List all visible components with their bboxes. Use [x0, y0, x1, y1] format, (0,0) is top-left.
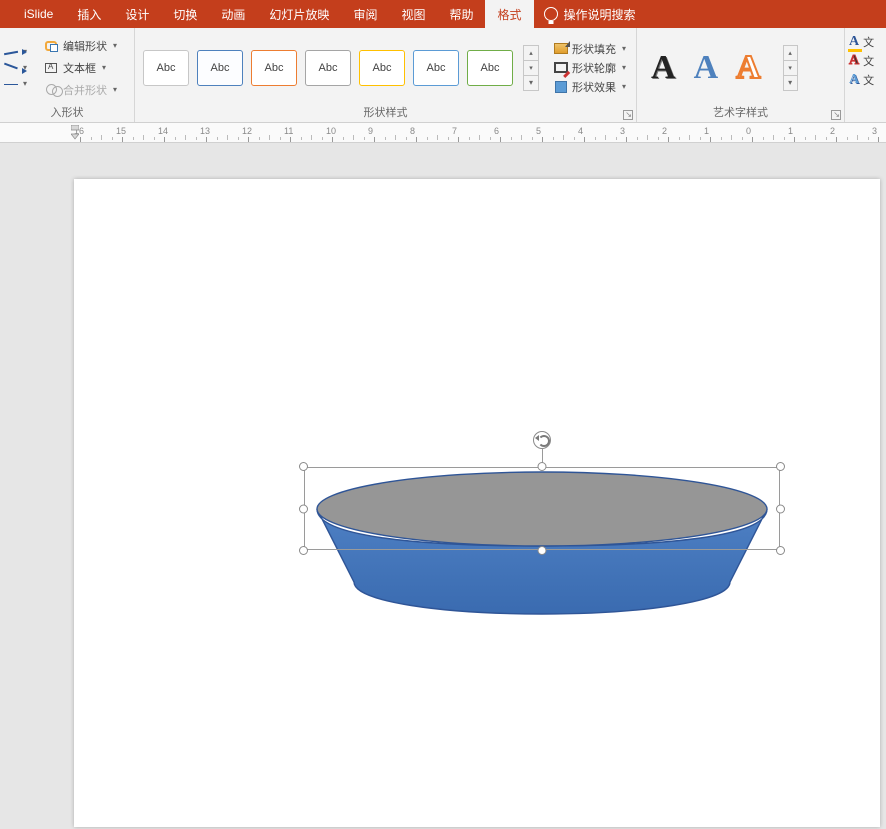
workspace	[0, 143, 886, 829]
group-label-wordart: 艺术字样式	[641, 104, 840, 120]
rotate-connector	[542, 449, 543, 463]
shape-fill-label: 形状填充	[572, 41, 616, 57]
group-label-insert-shapes: 入形状	[4, 104, 130, 120]
text-effects-icon: A	[849, 72, 859, 88]
wordart-gallery: A A A ▴ ▾ ▾	[641, 41, 798, 95]
shape-outline-button[interactable]: 形状轮廓 ▾	[551, 59, 629, 77]
style-card-3[interactable]: Abc	[251, 50, 297, 86]
tab-design[interactable]: 设计	[113, 0, 161, 28]
shape-lines: ▾ ▾ ▾	[4, 46, 36, 90]
text-outline-label: 文	[863, 53, 874, 69]
group-insert-shapes: ▾ ▾ ▾ 编辑形状 ▾ 文本框 ▾ 合并形状 ▾	[0, 28, 135, 122]
shape-fx-column: 形状填充 ▾ 形状轮廓 ▾ 形状效果 ▾	[551, 40, 629, 96]
chevron-down-icon: ▾	[622, 44, 626, 53]
shape-style-gallery: Abc Abc Abc Abc Abc Abc Abc ▴ ▾ ▾	[139, 41, 539, 95]
selection-frame	[304, 467, 780, 550]
wordart-style-3[interactable]: A	[736, 49, 761, 87]
style-card-1[interactable]: Abc	[143, 50, 189, 86]
tab-insert[interactable]: 插入	[65, 0, 113, 28]
text-box-label: 文本框	[63, 60, 96, 76]
chevron-down-icon: ▾	[622, 82, 626, 91]
chevron-down-icon: ▾	[102, 63, 106, 72]
gallery-scroll-down[interactable]: ▾	[524, 61, 538, 76]
rotate-handle[interactable]	[533, 431, 551, 449]
tell-me-search[interactable]: 操作说明搜索	[534, 0, 646, 28]
tab-format[interactable]: 格式	[485, 0, 533, 28]
text-outline-icon: A	[849, 53, 859, 69]
shape-outline-label: 形状轮廓	[572, 60, 616, 76]
tell-me-label: 操作说明搜索	[564, 6, 636, 23]
text-fill-button[interactable]: A 文	[849, 34, 876, 50]
text-fill-label: 文	[863, 34, 874, 50]
ribbon-tabs: iSlide 插入 设计 切换 动画 幻灯片放映 审阅 视图 帮助 格式 操作说…	[0, 0, 886, 28]
group-wordart: A A A ▴ ▾ ▾ 艺术字样式 ↘	[637, 28, 845, 122]
wordart-scroll: ▴ ▾ ▾	[783, 45, 798, 91]
chevron-down-icon: ▾	[113, 85, 117, 94]
gallery-scroll: ▴ ▾ ▾	[523, 45, 539, 91]
wordart-scroll-up[interactable]: ▴	[784, 46, 797, 61]
gallery-scroll-up[interactable]: ▴	[524, 46, 538, 61]
selected-shape[interactable]	[304, 467, 780, 550]
wordart-scroll-down[interactable]: ▾	[784, 61, 797, 76]
text-box-button[interactable]: 文本框 ▾	[40, 58, 120, 78]
shape-line-2[interactable]: ▾	[4, 62, 27, 74]
lightbulb-icon	[544, 7, 558, 21]
ruler-indent-marker[interactable]	[71, 125, 79, 141]
merge-shapes-button: 合并形状 ▾	[40, 80, 120, 100]
ribbon: ▾ ▾ ▾ 编辑形状 ▾ 文本框 ▾ 合并形状 ▾	[0, 28, 886, 123]
tab-help[interactable]: 帮助	[437, 0, 485, 28]
style-card-4[interactable]: Abc	[305, 50, 351, 86]
edit-shape-button[interactable]: 编辑形状 ▾	[40, 36, 120, 56]
tab-animation[interactable]: 动画	[209, 0, 257, 28]
wordart-expand[interactable]: ▾	[784, 76, 797, 90]
handle-mr[interactable]	[776, 504, 785, 513]
handle-bm[interactable]	[538, 546, 547, 555]
text-effects-button[interactable]: A 文	[849, 72, 876, 88]
handle-tm[interactable]	[538, 462, 547, 471]
chevron-down-icon: ▾	[622, 63, 626, 72]
shape-fill-icon	[554, 43, 568, 54]
group-label-shape-styles: 形状样式	[139, 104, 632, 120]
shape-line-3[interactable]: ▾	[4, 78, 27, 90]
style-card-5[interactable]: Abc	[359, 50, 405, 86]
handle-tr[interactable]	[776, 462, 785, 471]
shape-fill-button[interactable]: 形状填充 ▾	[551, 40, 629, 58]
merge-shapes-icon	[43, 83, 59, 97]
tab-islide[interactable]: iSlide	[12, 0, 65, 28]
wordart-style-1[interactable]: A	[651, 49, 676, 87]
tab-transition[interactable]: 切换	[161, 0, 209, 28]
text-effects-label: 文	[863, 72, 874, 88]
group-text-fill: A 文 A 文 A 文	[845, 28, 880, 122]
handle-br[interactable]	[776, 546, 785, 555]
wordart-dialog-launcher[interactable]: ↘	[831, 110, 841, 120]
slide-canvas[interactable]	[74, 179, 880, 827]
edit-shape-label: 编辑形状	[63, 38, 107, 54]
shape-line-1[interactable]: ▾	[4, 46, 27, 58]
edit-shape-icon	[43, 39, 59, 53]
style-card-7[interactable]: Abc	[467, 50, 513, 86]
shape-effects-button[interactable]: 形状效果 ▾	[551, 78, 629, 96]
merge-shapes-label: 合并形状	[63, 82, 107, 98]
shape-outline-icon	[554, 62, 568, 73]
style-card-2[interactable]: Abc	[197, 50, 243, 86]
shape-effects-icon	[554, 80, 568, 94]
slide-gutter	[0, 143, 74, 829]
wordart-style-2[interactable]: A	[694, 49, 719, 87]
gallery-expand[interactable]: ▾	[524, 76, 538, 90]
style-card-6[interactable]: Abc	[413, 50, 459, 86]
group-shape-styles: Abc Abc Abc Abc Abc Abc Abc ▴ ▾ ▾ 形状填充 ▾	[135, 28, 637, 122]
horizontal-ruler: 161514131211109876543210123	[0, 123, 886, 143]
handle-bl[interactable]	[299, 546, 308, 555]
text-fill-icon: A	[849, 34, 859, 50]
handle-tl[interactable]	[299, 462, 308, 471]
tab-slideshow[interactable]: 幻灯片放映	[257, 0, 341, 28]
tab-view[interactable]: 视图	[389, 0, 437, 28]
text-outline-button[interactable]: A 文	[849, 53, 876, 69]
chevron-down-icon: ▾	[113, 41, 117, 50]
tab-review[interactable]: 审阅	[341, 0, 389, 28]
shape-effects-label: 形状效果	[572, 79, 616, 95]
handle-ml[interactable]	[299, 504, 308, 513]
text-box-icon	[43, 61, 59, 75]
shape-styles-dialog-launcher[interactable]: ↘	[623, 110, 633, 120]
